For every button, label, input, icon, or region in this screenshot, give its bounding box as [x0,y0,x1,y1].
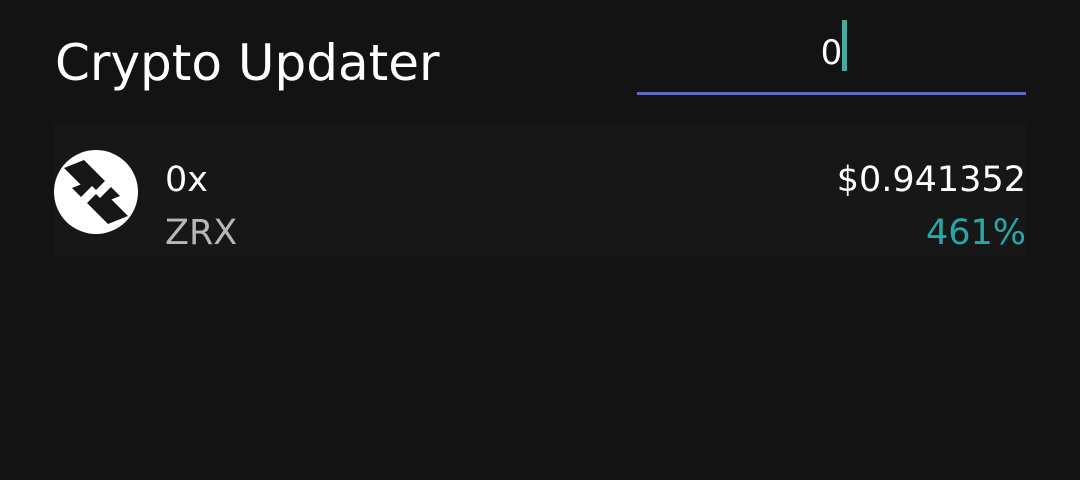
coin-list-item[interactable]: 0x ZRX $0.941352 461% [54,124,1026,256]
app-screen: Crypto Updater 0x ZRX $0.941352 461% [0,0,1080,480]
coin-price: $0.941352 [836,160,1026,200]
coin-symbol: ZRX [165,213,238,253]
search-underline [637,92,1026,95]
search-input[interactable] [637,14,1026,92]
coin-name: 0x [165,160,208,200]
0x-logo-icon [54,150,138,234]
search-field[interactable] [637,14,1026,96]
coin-change-percent: 461% [925,213,1026,253]
text-cursor [842,20,847,71]
app-title: Crypto Updater [55,34,440,92]
